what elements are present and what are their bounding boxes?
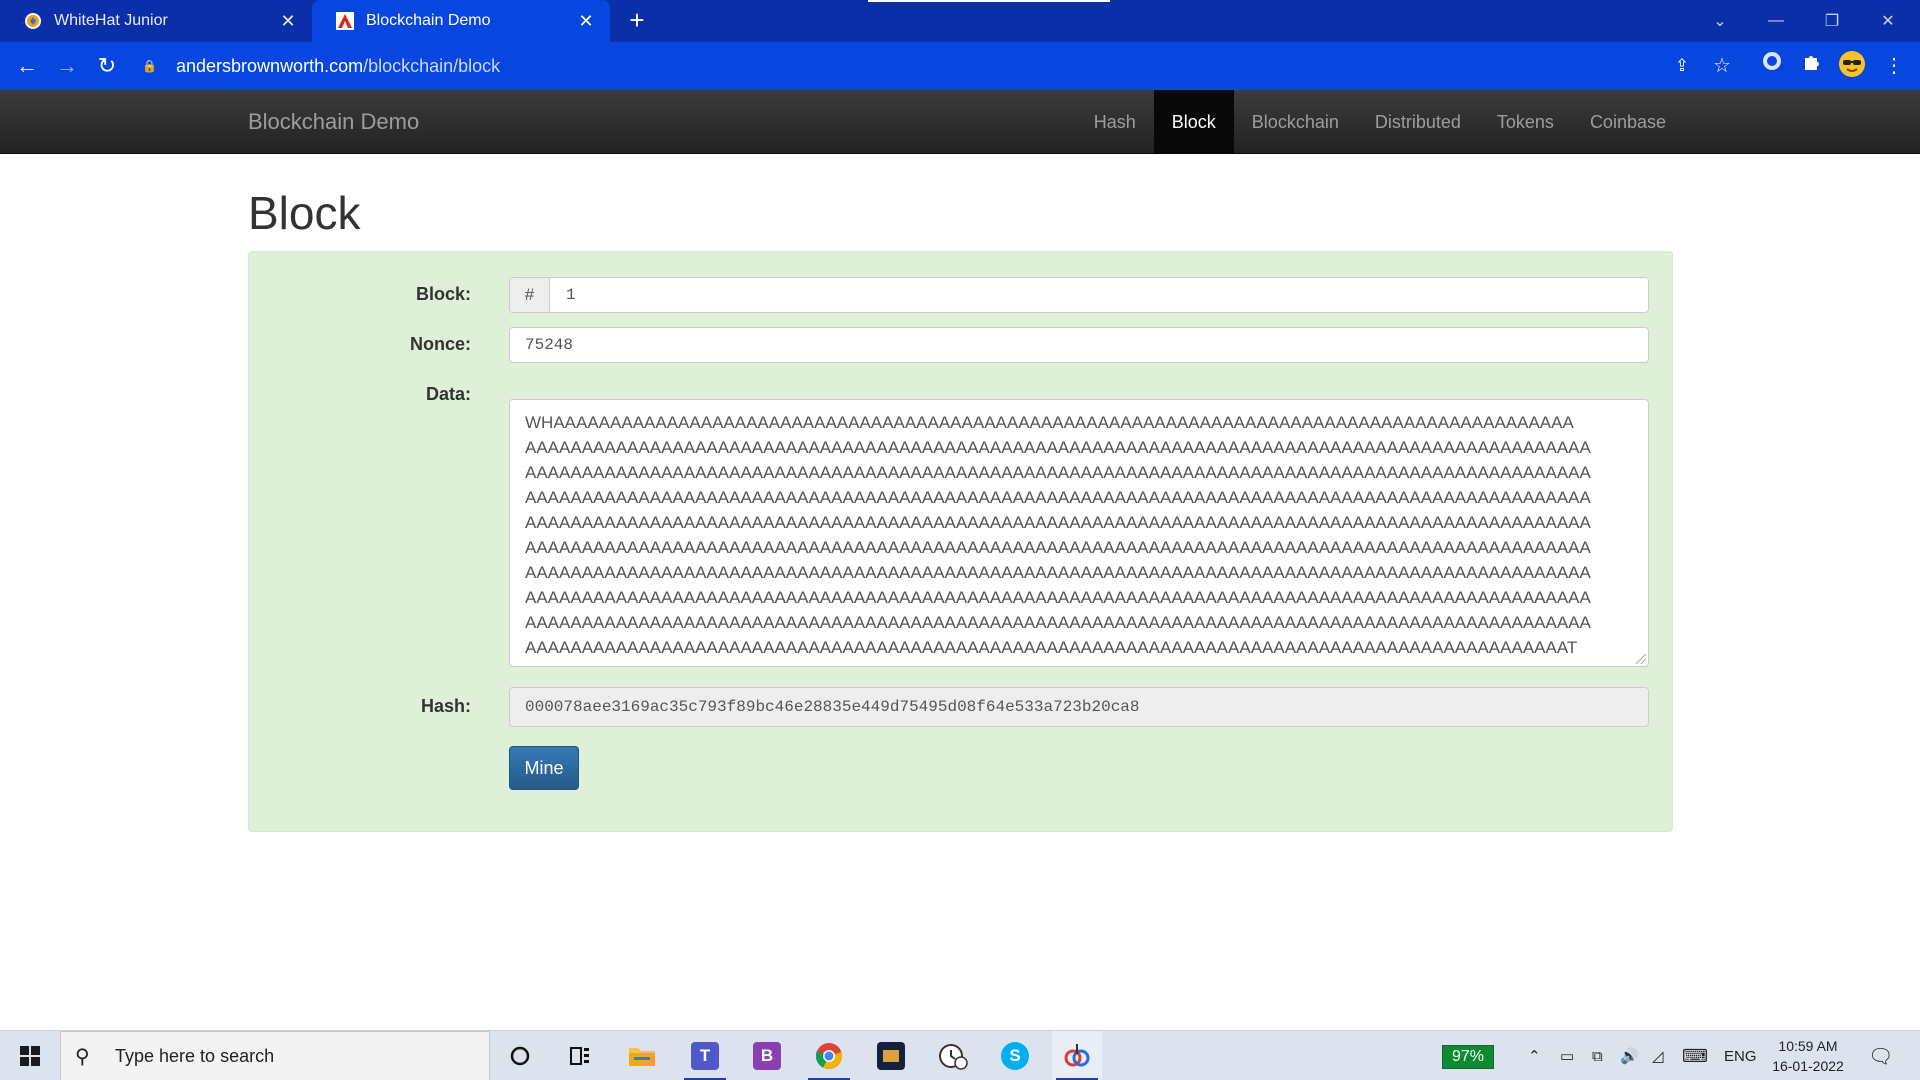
- nonce-value: 75248: [525, 336, 574, 354]
- whitehat-favicon-icon: [24, 12, 42, 30]
- extensions-puzzle-icon[interactable]: [1796, 50, 1828, 82]
- hash-value: 000078aee3169ac35c793f89bc46e28835e449d7…: [525, 698, 1140, 716]
- tab-search-icon[interactable]: ⌄: [1692, 0, 1748, 42]
- data-line: AAAAAAAAAAAAAAAAAAAAAAAAAAAAAAAAAAAAAAAA…: [525, 488, 1591, 507]
- page-title: Block: [248, 187, 361, 239]
- nav-hash[interactable]: Hash: [1076, 90, 1154, 154]
- nav-block[interactable]: Block: [1153, 90, 1234, 154]
- data-line: AAAAAAAAAAAAAAAAAAAAAAAAAAAAAAAAAAAAAAAA…: [525, 538, 1591, 557]
- anders-favicon-icon: [336, 12, 354, 30]
- paint-app-icon[interactable]: [1052, 1031, 1102, 1080]
- address-bar[interactable]: 🔒 andersbrownworth.com/blockchain/block: [142, 50, 1690, 82]
- browser-toolbar: ← → ↻ 🔒 andersbrownworth.com/blockchain/…: [0, 42, 1920, 90]
- tab-title: WhiteHat Junior: [54, 12, 168, 29]
- clock-date: 16-01-2022: [1772, 1058, 1844, 1074]
- nonce-label: Nonce:: [409, 334, 471, 354]
- system-clock[interactable]: 10:59 AM 16-01-2022: [1762, 1036, 1854, 1076]
- bookmark-star-icon[interactable]: ☆: [1706, 50, 1738, 82]
- nav-distributed[interactable]: Distributed: [1357, 90, 1479, 154]
- browser-menu-icon[interactable]: ⋮: [1878, 50, 1910, 82]
- nonce-input[interactable]: 75248: [509, 327, 1649, 363]
- forward-icon[interactable]: →: [51, 50, 83, 82]
- reload-icon[interactable]: ↻: [91, 50, 123, 82]
- volume-icon[interactable]: 🔊: [1620, 1031, 1639, 1080]
- windows-taskbar: ⚲ Type here to search T B S 97% ⌃ ▭ ⧉ 🔊 …: [0, 1030, 1920, 1080]
- site-brand[interactable]: Blockchain Demo: [248, 90, 419, 154]
- tab-close-icon[interactable]: ✕: [576, 11, 596, 32]
- url-host: andersbrownworth.com: [176, 55, 364, 76]
- hash-addon: #: [510, 278, 550, 312]
- teams-icon[interactable]: T: [680, 1031, 730, 1080]
- lock-icon[interactable]: 🔒: [142, 59, 158, 73]
- mine-button[interactable]: Mine: [509, 746, 579, 790]
- block-number-input[interactable]: # 1: [509, 277, 1649, 313]
- tab-whitehat-junior[interactable]: WhiteHat Junior ✕: [0, 0, 312, 42]
- profile-avatar-icon[interactable]: [1836, 50, 1868, 82]
- tabstrip-highlight: [868, 0, 1110, 2]
- taskbar-search-box[interactable]: ⚲ Type here to search: [60, 1031, 490, 1080]
- clock-time: 10:59 AM: [1778, 1038, 1838, 1054]
- tab-blockchain-demo[interactable]: Blockchain Demo ✕: [312, 0, 610, 42]
- share-icon[interactable]: ⇪: [1666, 50, 1698, 82]
- block-label: Block:: [415, 284, 471, 304]
- search-placeholder: Type here to search: [115, 1045, 275, 1066]
- tab-close-icon[interactable]: ✕: [278, 11, 298, 32]
- data-line: AAAAAAAAAAAAAAAAAAAAAAAAAAAAAAAAAAAAAAAA…: [525, 563, 1591, 582]
- video-app-icon[interactable]: [866, 1031, 916, 1080]
- windows-logo-icon: [20, 1046, 40, 1066]
- url-path: /blockchain/block: [363, 55, 501, 76]
- data-line: AAAAAAAAAAAAAAAAAAAAAAAAAAAAAAAAAAAAAAAA…: [525, 638, 1578, 657]
- data-line: AAAAAAAAAAAAAAAAAAAAAAAAAAAAAAAAAAAAAAAA…: [525, 513, 1591, 532]
- url-text: andersbrownworth.com/blockchain/block: [176, 56, 500, 77]
- task-view-icon[interactable]: [555, 1031, 605, 1080]
- notification-center-icon[interactable]: 🗨: [1868, 1031, 1893, 1080]
- data-line: AAAAAAAAAAAAAAAAAAAAAAAAAAAAAAAAAAAAAAAA…: [525, 588, 1591, 607]
- chrome-icon[interactable]: [804, 1031, 854, 1080]
- minimize-icon[interactable]: —: [1748, 0, 1804, 42]
- file-explorer-icon[interactable]: [617, 1031, 667, 1080]
- data-label: Data:: [425, 384, 471, 404]
- search-icon: ⚲: [75, 1045, 90, 1068]
- meet-now-icon[interactable]: ⧉: [1592, 1031, 1603, 1080]
- tab-title: Blockchain Demo: [366, 12, 491, 29]
- site-navbar: Blockchain Demo Hash Block Blockchain Di…: [0, 90, 1920, 154]
- alarm-clock-icon[interactable]: [928, 1031, 978, 1080]
- data-line: AAAAAAAAAAAAAAAAAAAAAAAAAAAAAAAAAAAAAAAA…: [525, 613, 1591, 632]
- site-nav: Hash Block Blockchain Distributed Tokens…: [1076, 90, 1684, 154]
- new-tab-icon[interactable]: +: [622, 6, 652, 36]
- textarea-resize-handle[interactable]: [1636, 654, 1646, 664]
- browser-tabstrip: WhiteHat Junior ✕ Blockchain Demo ✕ + ⌄ …: [0, 0, 1920, 42]
- extension-circle-icon[interactable]: [1756, 50, 1788, 82]
- battery-icon[interactable]: ▭: [1560, 1031, 1574, 1080]
- hash-label: Hash:: [420, 696, 471, 716]
- restore-icon[interactable]: ❐: [1804, 0, 1860, 42]
- block-number-value: 1: [566, 286, 576, 304]
- data-line: WHAAAAAAAAAAAAAAAAAAAAAAAAAAAAAAAAAAAAAA…: [525, 413, 1574, 432]
- window-close-icon[interactable]: ✕: [1860, 0, 1916, 42]
- language-indicator[interactable]: ENG: [1724, 1031, 1757, 1080]
- data-line: AAAAAAAAAAAAAAAAAAAAAAAAAAAAAAAAAAAAAAAA…: [525, 463, 1591, 482]
- network-icon[interactable]: ◿: [1652, 1031, 1664, 1080]
- hash-output: 000078aee3169ac35c793f89bc46e28835e449d7…: [509, 687, 1649, 727]
- nav-coinbase[interactable]: Coinbase: [1572, 90, 1684, 154]
- bootstrap-studio-icon[interactable]: B: [742, 1031, 792, 1080]
- data-textarea[interactable]: WHAAAAAAAAAAAAAAAAAAAAAAAAAAAAAAAAAAAAAA…: [509, 399, 1649, 667]
- show-hidden-icons-icon[interactable]: ⌃: [1528, 1031, 1541, 1080]
- cortana-icon[interactable]: [495, 1031, 545, 1080]
- start-button[interactable]: [0, 1031, 60, 1080]
- nav-blockchain[interactable]: Blockchain: [1234, 90, 1357, 154]
- skype-icon[interactable]: S: [990, 1031, 1040, 1080]
- data-line: AAAAAAAAAAAAAAAAAAAAAAAAAAAAAAAAAAAAAAAA…: [525, 438, 1591, 457]
- back-icon[interactable]: ←: [11, 50, 43, 82]
- touch-keyboard-icon[interactable]: ⌨: [1682, 1031, 1708, 1080]
- block-well: Block: # 1 Nonce: 75248 Data: WHAAAAAAAA…: [248, 251, 1673, 832]
- battery-indicator[interactable]: 97%: [1442, 1045, 1494, 1069]
- nav-tokens[interactable]: Tokens: [1479, 90, 1572, 154]
